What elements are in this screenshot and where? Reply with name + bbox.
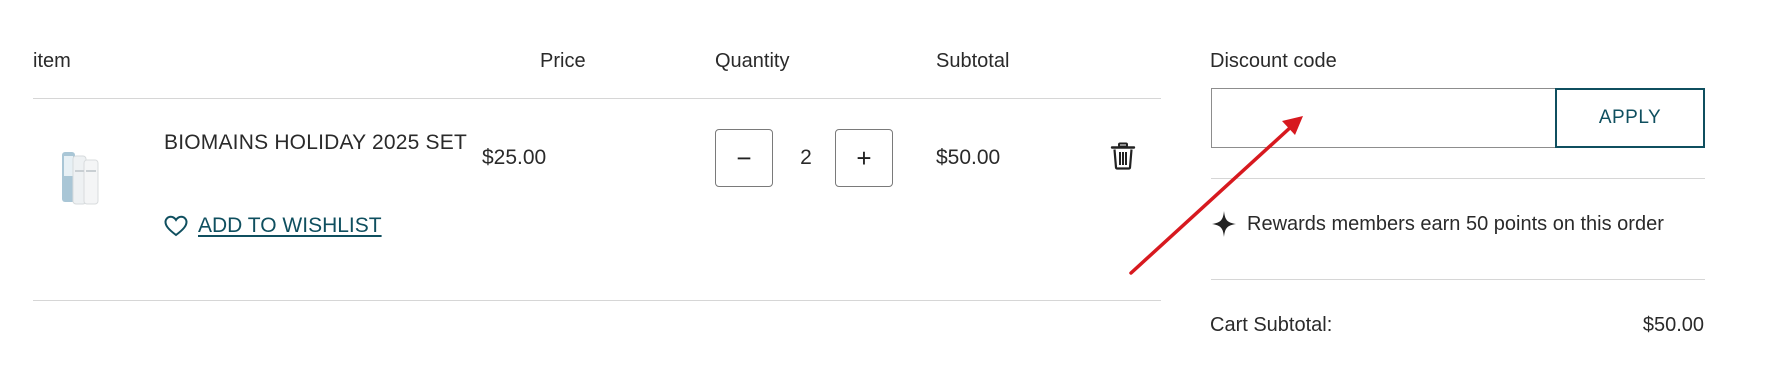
discount-code-input[interactable] xyxy=(1211,88,1555,148)
minus-icon: − xyxy=(736,143,752,173)
sparkle-icon xyxy=(1212,211,1236,237)
annotation-arrow xyxy=(1129,116,1303,275)
discount-divider xyxy=(1211,178,1705,179)
heart-icon xyxy=(164,215,188,237)
plus-icon: + xyxy=(856,143,872,173)
rewards-text: Rewards members earn 50 points on this o… xyxy=(1247,212,1664,235)
wishlist-label: ADD TO WISHLIST xyxy=(198,214,382,237)
cart-subtotal-value: $50.00 xyxy=(1642,314,1704,336)
row-divider xyxy=(33,300,1161,301)
quantity-value[interactable]: 2 xyxy=(795,146,817,170)
trash-icon xyxy=(1110,142,1136,170)
add-to-wishlist-link[interactable]: ADD TO WISHLIST xyxy=(164,214,382,238)
unit-price: $25.00 xyxy=(482,146,547,169)
rewards-notice: Rewards members earn 50 points on this o… xyxy=(1211,210,1664,238)
header-divider xyxy=(33,98,1161,99)
column-header-price: Price xyxy=(540,50,586,72)
cart-subtotal-label: Cart Subtotal: xyxy=(1210,314,1333,336)
rewards-divider xyxy=(1211,279,1705,280)
column-header-item: item xyxy=(33,50,71,72)
column-header-subtotal: Subtotal xyxy=(936,50,1010,72)
product-name[interactable]: BIOMAINS HOLIDAY 2025 SET xyxy=(164,131,467,155)
remove-item-button[interactable] xyxy=(1110,142,1136,170)
quantity-increment-button[interactable]: + xyxy=(835,129,893,187)
product-thumbnail[interactable] xyxy=(56,150,106,208)
line-subtotal: $50.00 xyxy=(936,146,1001,169)
column-header-quantity: Quantity xyxy=(715,50,790,72)
quantity-decrement-button[interactable]: − xyxy=(715,129,773,187)
discount-code-label: Discount code xyxy=(1210,50,1337,72)
apply-discount-button[interactable]: APPLY xyxy=(1555,88,1705,148)
